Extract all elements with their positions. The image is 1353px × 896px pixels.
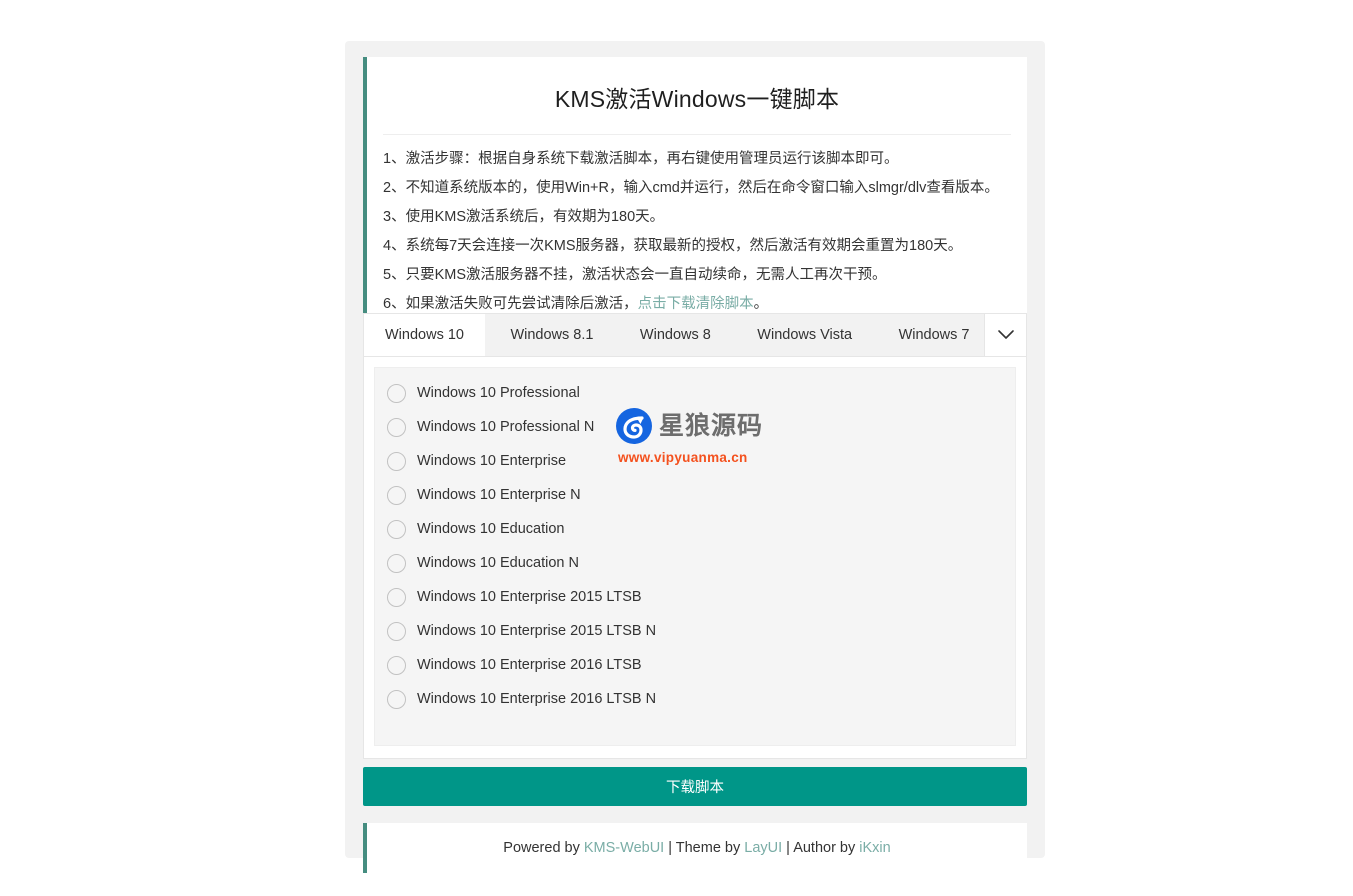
list-item[interactable]: Windows 10 Enterprise xyxy=(375,444,1015,478)
ikxin-link[interactable]: iKxin xyxy=(859,840,890,856)
radio-button[interactable] xyxy=(387,622,406,641)
list-item[interactable]: Windows 10 Enterprise N xyxy=(375,478,1015,512)
footer: Powered by KMS-WebUI | Theme by LayUI | … xyxy=(363,823,1027,873)
tab-windows-vista[interactable]: Windows Vista xyxy=(736,314,873,356)
footer-author-prefix: Author by xyxy=(793,840,859,856)
list-item[interactable]: Windows 10 Professional xyxy=(375,376,1015,410)
radio-button[interactable] xyxy=(387,452,406,471)
tab-overflow-button[interactable] xyxy=(984,314,1026,356)
download-script-button[interactable]: 下载脚本 xyxy=(363,767,1027,806)
list-item[interactable]: Windows 10 Enterprise 2016 LTSB xyxy=(375,648,1015,682)
list-item-label: Windows 10 Enterprise xyxy=(417,453,566,469)
list-item-label: Windows 10 Enterprise 2015 LTSB xyxy=(417,589,642,605)
notice-line-2: 2、不知道系统版本的，使用Win+R，输入cmd并运行，然后在命令窗口输入slm… xyxy=(383,174,1011,203)
list-item[interactable]: Windows 10 Education N xyxy=(375,546,1015,580)
list-item-label: Windows 10 Enterprise 2015 LTSB N xyxy=(417,623,656,639)
radio-button[interactable] xyxy=(387,690,406,709)
edition-tab-panel: Windows 10 Windows 8.1 Windows 8 Windows… xyxy=(363,313,1027,759)
tab-windows-7[interactable]: Windows 7 xyxy=(878,314,991,356)
list-item-label: Windows 10 Education N xyxy=(417,555,579,571)
radio-button[interactable] xyxy=(387,486,406,505)
radio-button[interactable] xyxy=(387,520,406,539)
footer-credits: Powered by KMS-WebUI | Theme by LayUI | … xyxy=(503,840,890,856)
tab-windows-10[interactable]: Windows 10 xyxy=(364,314,485,356)
footer-powered-prefix: Powered by xyxy=(503,840,584,856)
tab-bar: Windows 10 Windows 8.1 Windows 8 Windows… xyxy=(364,314,1026,357)
tab-windows-8[interactable]: Windows 8 xyxy=(619,314,732,356)
notice-line-5: 5、只要KMS激活服务器不挂，激活状态会一直自动续命，无需人工再次干预。 xyxy=(383,261,1011,290)
radio-button[interactable] xyxy=(387,384,406,403)
tab-windows-81[interactable]: Windows 8.1 xyxy=(489,314,614,356)
radio-button[interactable] xyxy=(387,554,406,573)
notice-card: KMS激活Windows一键脚本 1、激活步骤：根据自身系统下载激活脚本，再右键… xyxy=(363,57,1027,335)
list-item[interactable]: Windows 10 Education xyxy=(375,512,1015,546)
notice-line-3: 3、使用KMS激活系统后，有效期为180天。 xyxy=(383,203,1011,232)
footer-theme-prefix: Theme by xyxy=(676,840,745,856)
list-item-label: Windows 10 Enterprise N xyxy=(417,487,581,503)
footer-separator-1: | xyxy=(664,840,676,856)
list-item-label: Windows 10 Enterprise 2016 LTSB xyxy=(417,657,642,673)
page-title: KMS激活Windows一键脚本 xyxy=(367,57,1027,134)
radio-button[interactable] xyxy=(387,418,406,437)
list-item[interactable]: Windows 10 Enterprise 2015 LTSB N xyxy=(375,614,1015,648)
list-item[interactable]: Windows 10 Enterprise 2016 LTSB N xyxy=(375,682,1015,716)
main-container: KMS激活Windows一键脚本 1、激活步骤：根据自身系统下载激活脚本，再右键… xyxy=(345,41,1045,858)
kms-webui-link[interactable]: KMS-WebUI xyxy=(584,840,664,856)
edition-radio-group: Windows 10 Professional Windows 10 Profe… xyxy=(374,367,1016,746)
notice-6-suffix: 。 xyxy=(754,296,769,312)
notice-line-4: 4、系统每7天会连接一次KMS服务器，获取最新的授权，然后激活有效期会重置为18… xyxy=(383,232,1011,261)
list-item[interactable]: Windows 10 Enterprise 2015 LTSB xyxy=(375,580,1015,614)
app-page: KMS激活Windows一键脚本 1、激活步骤：根据自身系统下载激活脚本，再右键… xyxy=(0,0,1353,896)
notice-line-1: 1、激活步骤：根据自身系统下载激活脚本，再右键使用管理员运行该脚本即可。 xyxy=(383,145,1011,174)
notice-list: 1、激活步骤：根据自身系统下载激活脚本，再右键使用管理员运行该脚本即可。 2、不… xyxy=(367,135,1027,335)
list-item-label: Windows 10 Enterprise 2016 LTSB N xyxy=(417,691,656,707)
radio-button[interactable] xyxy=(387,588,406,607)
notice-6-prefix: 6、如果激活失败可先尝试清除后激活， xyxy=(383,296,638,312)
download-clean-script-link[interactable]: 点击下载清除脚本 xyxy=(638,296,754,312)
list-item-label: Windows 10 Professional xyxy=(417,385,580,401)
list-item-label: Windows 10 Professional N xyxy=(417,419,594,435)
footer-separator-2: | xyxy=(782,840,793,856)
layui-link[interactable]: LayUI xyxy=(744,840,782,856)
list-item-label: Windows 10 Education xyxy=(417,521,565,537)
list-item[interactable]: Windows 10 Professional N xyxy=(375,410,1015,444)
radio-button[interactable] xyxy=(387,656,406,675)
